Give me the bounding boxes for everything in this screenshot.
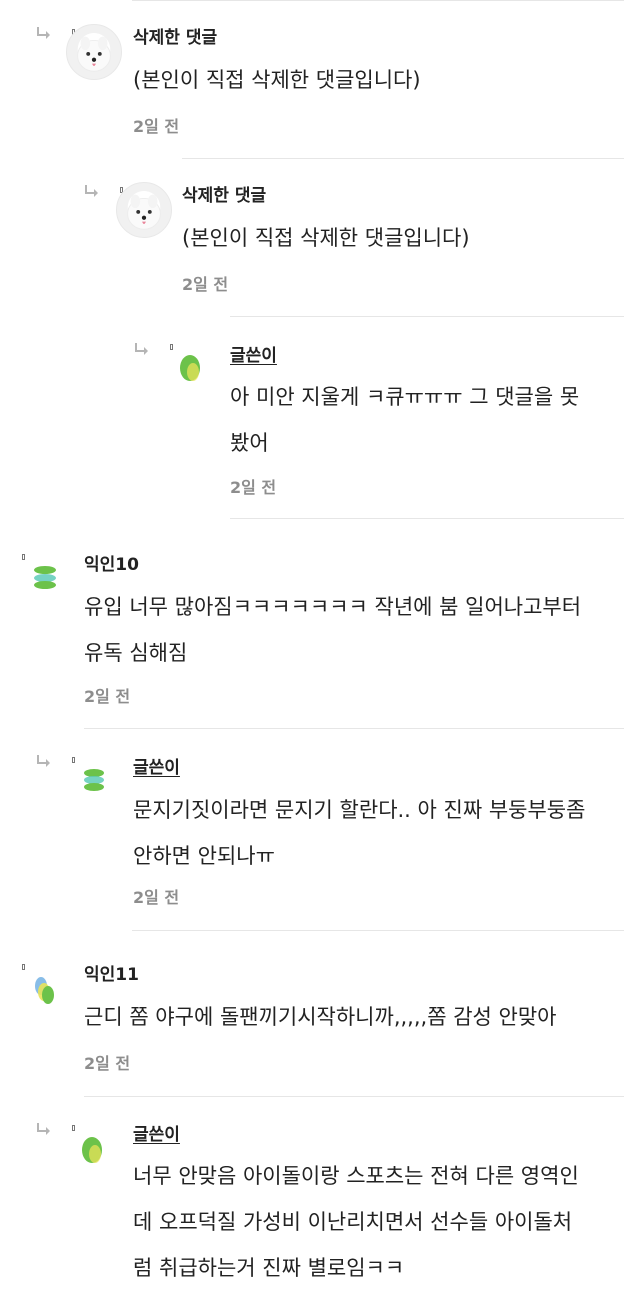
comment-text: 근디 쫌 야구에 돌팬끼기시작하니까,,,,,쫌 감성 안맞아 bbox=[84, 1005, 557, 1029]
comment-deleted-2: 삭제한 댓글 (본인이 직접 삭제한 댓글입니다) 2일 전 bbox=[0, 160, 640, 316]
comment-author[interactable]: 익인11 bbox=[84, 965, 139, 985]
comment-익인10: 익인10 유입 너무 많아짐ㅋㅋㅋㅋㅋㅋㅋ 작년에 붐 일어나고부터 유독 심해… bbox=[0, 540, 640, 728]
divider bbox=[230, 518, 624, 519]
reply-arrow-icon bbox=[85, 185, 98, 197]
marker-icon bbox=[22, 964, 25, 970]
marker-icon bbox=[72, 1125, 75, 1131]
avatar-green-stripes-icon[interactable] bbox=[80, 768, 108, 792]
comment-time: 2일 전 bbox=[84, 1054, 131, 1073]
avatar-green-icon[interactable] bbox=[80, 1132, 108, 1168]
avatar[interactable] bbox=[116, 182, 172, 238]
reply-arrow-icon bbox=[37, 27, 50, 39]
avatar-green-icon[interactable] bbox=[178, 350, 206, 386]
comment-author[interactable]: 삭제한 댓글 bbox=[133, 28, 217, 48]
reply-arrow-icon bbox=[37, 755, 50, 767]
marker-icon bbox=[170, 344, 173, 350]
comment-time: 2일 전 bbox=[133, 888, 180, 907]
marker-icon bbox=[22, 554, 25, 560]
comment-익인11: 익인11 근디 쫌 야구에 돌팬끼기시작하니까,,,,,쫌 감성 안맞아 2일 … bbox=[0, 950, 640, 1096]
divider bbox=[132, 930, 624, 931]
comment-author[interactable]: 익인10 bbox=[84, 555, 139, 575]
comment-text: 너무 안맞음 아이돌이랑 스포츠는 전혀 다른 영역인 데 오프덕질 가성비 이… bbox=[133, 1164, 579, 1280]
comment-time: 2일 전 bbox=[230, 478, 277, 497]
comment-text: 아 미안 지울게 ㅋ큐ㅠㅠㅠ 그 댓글을 못 봤어 bbox=[230, 385, 580, 455]
divider bbox=[230, 316, 624, 317]
comment-time: 2일 전 bbox=[182, 275, 229, 294]
comment-time: 2일 전 bbox=[84, 687, 131, 706]
reply-arrow-icon bbox=[135, 343, 148, 355]
comment-time: 2일 전 bbox=[133, 117, 180, 136]
comment-text: 문지기짓이라면 문지기 할란다.. 아 진짜 부둥부둥좀 안하면 안되나ㅠ bbox=[133, 798, 586, 868]
comment-text: (본인이 직접 삭제한 댓글입니다) bbox=[182, 226, 470, 250]
comment-author[interactable]: 글쓴이 bbox=[230, 346, 277, 366]
comment-author[interactable]: 글쓴이 bbox=[133, 758, 180, 778]
comment-text: (본인이 직접 삭제한 댓글입니다) bbox=[133, 68, 421, 92]
comment-author-reply-3: 글쓴이 너무 안맞음 아이돌이랑 스포츠는 전혀 다른 영역인 데 오프덕질 가… bbox=[0, 1112, 640, 1280]
avatar[interactable] bbox=[66, 24, 122, 80]
divider bbox=[84, 1096, 624, 1097]
comment-author-reply-1: 글쓴이 아 미안 지울게 ㅋ큐ㅠㅠㅠ 그 댓글을 못 봤어 2일 전 bbox=[0, 318, 640, 518]
comment-author-reply-2: 글쓴이 문지기짓이라면 문지기 할란다.. 아 진짜 부둥부둥좀 안하면 안되나… bbox=[0, 744, 640, 930]
reply-arrow-icon bbox=[37, 1123, 50, 1135]
divider bbox=[182, 158, 624, 159]
comment-author[interactable]: 삭제한 댓글 bbox=[182, 186, 266, 206]
avatar-multicolor-icon[interactable] bbox=[32, 976, 58, 1006]
divider bbox=[84, 728, 624, 729]
comment-text: 유입 너무 많아짐ㅋㅋㅋㅋㅋㅋㅋ 작년에 붐 일어나고부터 유독 심해짐 bbox=[84, 595, 582, 665]
avatar-green-stripes-icon[interactable] bbox=[30, 564, 60, 592]
marker-icon bbox=[72, 757, 75, 763]
comment-author[interactable]: 글쓴이 bbox=[133, 1125, 180, 1145]
comment-deleted-1: 삭제한 댓글 (본인이 직접 삭제한 댓글입니다) 2일 전 bbox=[0, 0, 640, 160]
